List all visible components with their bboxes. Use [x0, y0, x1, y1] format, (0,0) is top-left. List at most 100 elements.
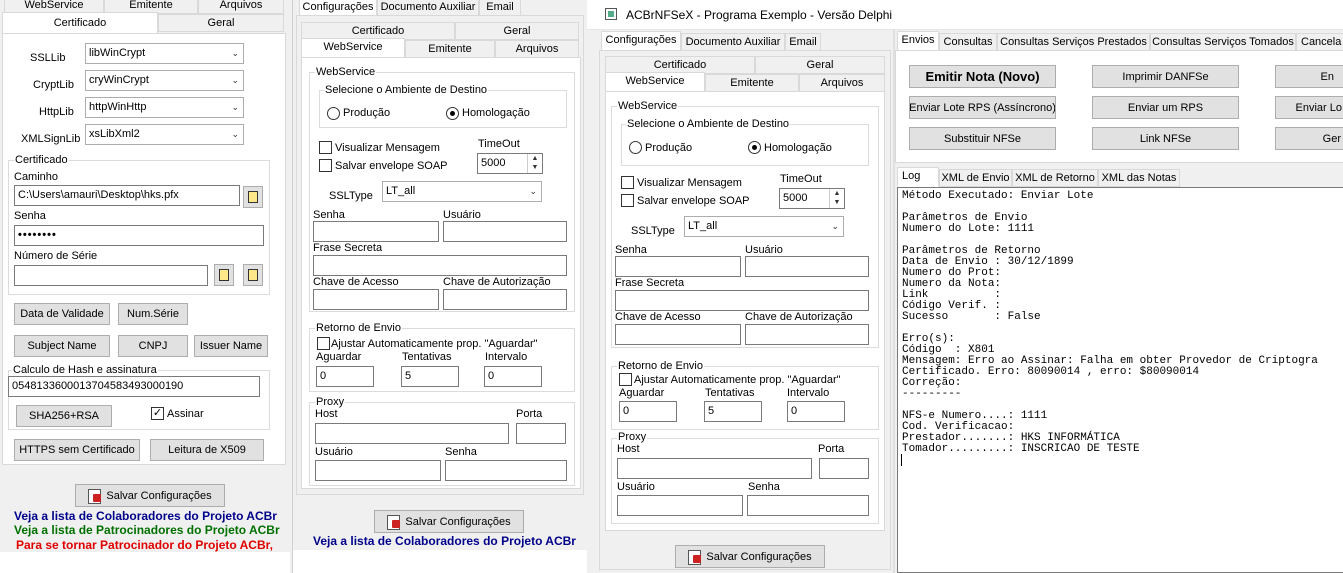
tab-emitente[interactable]: Emitente: [705, 74, 799, 92]
usuario-input-p2[interactable]: [443, 221, 567, 242]
tab-documento-auxiliar[interactable]: Documento Auxiliar: [681, 33, 785, 51]
issuer-name-button[interactable]: Issuer Name: [194, 335, 268, 357]
timeout-input-p2[interactable]: 5000 ▲ ▼: [477, 153, 543, 174]
producao-radio[interactable]: [629, 141, 642, 154]
enviar-lote-rps-button[interactable]: Enviar Lote RPS (Assíncrono): [909, 96, 1056, 119]
data-validade-button[interactable]: Data de Validade: [14, 303, 110, 325]
intervalo-input[interactable]: 0: [787, 401, 845, 422]
num-serie-button[interactable]: Num.Série: [118, 303, 188, 325]
ssltype-select-p2[interactable]: LT_all ⌄: [382, 181, 542, 202]
link-nfse-button[interactable]: Link NFSe: [1092, 127, 1239, 150]
emitir-nota-button[interactable]: Emitir Nota (Novo): [909, 65, 1056, 88]
aguardar-input[interactable]: 0: [619, 401, 677, 422]
tentativas-input[interactable]: 5: [704, 401, 762, 422]
chave-autorizacao-input[interactable]: [745, 324, 869, 345]
xmlsignlib-select[interactable]: xsLibXml2 ⌄: [85, 124, 244, 145]
salvar-configuracoes-button[interactable]: Salvar Configurações: [675, 545, 825, 568]
right-button-3[interactable]: Ger: [1275, 127, 1343, 150]
cnpj-button[interactable]: CNPJ: [118, 335, 188, 357]
tab-email-p2[interactable]: Email: [479, 0, 521, 16]
ssllib-select[interactable]: libWinCrypt ⌄: [85, 43, 244, 64]
caminho-input[interactable]: C:\Users\amauri\Desktop\hks.pfx: [14, 185, 240, 206]
tab-geral[interactable]: Geral: [755, 56, 885, 74]
tab-geral-p1[interactable]: Geral: [158, 14, 284, 32]
porta-input[interactable]: [819, 458, 869, 479]
tab-arquivos-p1[interactable]: Arquivos: [198, 0, 284, 14]
tentativas-input-p2[interactable]: 5: [401, 366, 459, 387]
right-button-1[interactable]: En: [1275, 65, 1343, 88]
proxy-senha-input-p2[interactable]: [445, 460, 567, 481]
visualizar-checkbox[interactable]: [621, 176, 634, 189]
tab-xml-notas[interactable]: XML das Notas: [1098, 169, 1180, 187]
chave-autorizacao-input-p2[interactable]: [443, 289, 567, 310]
tab-configuracoes-p2[interactable]: Configurações: [299, 0, 377, 16]
spin-icon[interactable]: ▲ ▼: [527, 154, 542, 173]
host-input[interactable]: [617, 458, 812, 479]
homologacao-radio[interactable]: [748, 141, 761, 154]
tab-emitente-p2[interactable]: Emitente: [405, 40, 495, 58]
tab-consultas-prestados[interactable]: Consultas Serviços Prestados: [997, 33, 1150, 51]
cryptlib-select[interactable]: cryWinCrypt ⌄: [85, 70, 244, 91]
link-patrocinadores-p1[interactable]: Veja a lista de Patrocinadores do Projet…: [14, 523, 280, 537]
numserie-input[interactable]: [14, 265, 208, 286]
salvar-configuracoes-button-p1[interactable]: Salvar Configurações: [75, 484, 225, 507]
imprimir-danfse-button[interactable]: Imprimir DANFSe: [1092, 65, 1239, 88]
subject-name-button[interactable]: Subject Name: [14, 335, 110, 357]
log-textarea[interactable]: Método Executado: Enviar Lote Parâmetros …: [897, 187, 1343, 573]
tab-xml-retorno[interactable]: XML de Retorno: [1012, 169, 1098, 187]
intervalo-input-p2[interactable]: 0: [484, 366, 542, 387]
frase-input-p2[interactable]: [313, 255, 567, 276]
salvar-envelope-checkbox-p2[interactable]: [319, 159, 332, 172]
assinar-checkbox[interactable]: ✓: [151, 407, 164, 420]
ssltype-select[interactable]: LT_all ⌄: [684, 216, 844, 237]
chave-acesso-input-p2[interactable]: [313, 289, 439, 310]
tab-webservice[interactable]: WebService: [605, 72, 705, 92]
tab-xml-envio[interactable]: XML de Envio: [939, 169, 1012, 187]
senha-input-p1[interactable]: ••••••••: [14, 225, 264, 246]
https-sem-certificado-button[interactable]: HTTPS sem Certificado: [14, 439, 140, 461]
tab-consultas[interactable]: Consultas: [939, 33, 997, 51]
tab-arquivos-p2[interactable]: Arquivos: [495, 40, 579, 58]
senha-input[interactable]: [615, 256, 741, 277]
visualizar-checkbox-p2[interactable]: [319, 141, 332, 154]
tab-email[interactable]: Email: [785, 33, 821, 51]
porta-input-p2[interactable]: [516, 423, 566, 444]
tab-envios[interactable]: Envios: [897, 31, 939, 51]
tab-log[interactable]: Log: [897, 167, 939, 187]
enviar-um-rps-button[interactable]: Enviar um RPS: [1092, 96, 1239, 119]
tab-documento-auxiliar-p2[interactable]: Documento Auxiliar: [377, 0, 479, 16]
salvar-configuracoes-button-p2[interactable]: Salvar Configurações: [374, 510, 524, 533]
tab-webservice-p2[interactable]: WebService: [301, 38, 405, 58]
tab-cancela[interactable]: Cancela: [1296, 33, 1343, 51]
tab-certificado-p1[interactable]: Certificado: [2, 12, 158, 34]
host-input-p2[interactable]: [315, 423, 509, 444]
right-button-2[interactable]: Enviar Lo: [1275, 96, 1343, 119]
tab-consultas-tomados[interactable]: Consultas Serviços Tomados: [1150, 33, 1296, 51]
ajustar-checkbox[interactable]: [619, 373, 632, 386]
link-colaboradores-p2[interactable]: Veja a lista de Colaboradores do Projeto…: [313, 534, 576, 548]
salvar-envelope-checkbox[interactable]: [621, 194, 634, 207]
select-cert-list-icon[interactable]: [243, 264, 263, 286]
leitura-x509-button[interactable]: Leitura de X509: [150, 439, 264, 461]
spin-icon[interactable]: ▲ ▼: [829, 189, 844, 208]
select-cert-icon[interactable]: [214, 264, 234, 286]
chave-acesso-input[interactable]: [615, 324, 741, 345]
sha256-rsa-button[interactable]: SHA256+RSA: [16, 405, 112, 427]
frase-input[interactable]: [615, 290, 869, 311]
proxy-usuario-input-p2[interactable]: [315, 460, 441, 481]
proxy-usuario-input[interactable]: [617, 495, 743, 516]
timeout-input[interactable]: 5000 ▲ ▼: [779, 188, 845, 209]
homologacao-radio-p2[interactable]: [446, 107, 459, 120]
ajustar-checkbox-p2[interactable]: [317, 337, 330, 350]
producao-radio-p2[interactable]: [327, 107, 340, 120]
usuario-input[interactable]: [745, 256, 869, 277]
link-tornar-patrocinador[interactable]: Para se tornar Patrocinador do Projeto A…: [16, 538, 273, 552]
tab-arquivos[interactable]: Arquivos: [799, 74, 885, 92]
splitter[interactable]: [893, 30, 895, 573]
proxy-senha-input[interactable]: [747, 495, 869, 516]
httplib-select[interactable]: httpWinHttp ⌄: [85, 97, 244, 118]
substituir-nfse-button[interactable]: Substituir NFSe: [909, 127, 1056, 150]
tab-configuracoes[interactable]: Configurações: [601, 31, 681, 51]
link-colaboradores-p1[interactable]: Veja a lista de Colaboradores do Projeto…: [14, 509, 277, 523]
aguardar-input-p2[interactable]: 0: [316, 366, 374, 387]
